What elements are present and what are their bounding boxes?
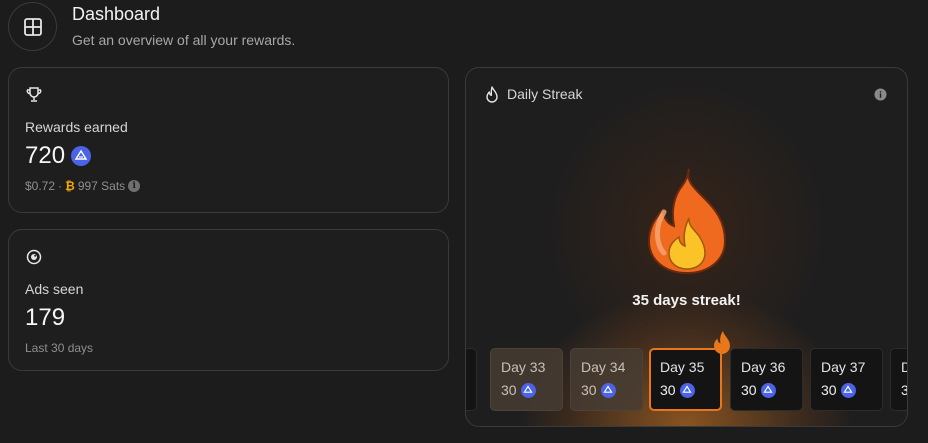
rewards-earned-card: Rewards earned 720 $0.72 · ₿ 997 Sats i: [8, 67, 449, 213]
day-points: 30: [741, 382, 757, 398]
info-icon[interactable]: i: [128, 180, 141, 192]
day-label: Day 36: [741, 359, 786, 375]
streak-day-32: [466, 348, 477, 411]
daily-streak-card: Daily Streak 35 days streak! Day 33 30 D…: [465, 67, 908, 427]
rewards-earned-value-row: 720: [25, 142, 92, 170]
dashboard-grid-icon: [8, 2, 57, 51]
day-points: 30: [821, 382, 837, 398]
day-points: 30: [660, 382, 676, 398]
day-label: Day 35: [660, 359, 705, 375]
day-label: Day 34: [581, 359, 626, 375]
separator-dot: ·: [58, 179, 63, 193]
bitcoin-icon: ₿: [65, 179, 75, 193]
bat-token-icon: [840, 382, 856, 398]
rewards-earned-value: 720: [25, 142, 66, 169]
bat-token-icon: [760, 382, 776, 398]
day-points: 30: [501, 382, 517, 398]
day-points-row: 3: [901, 382, 907, 398]
ads-seen-label: Ads seen: [25, 281, 84, 297]
eye-icon: [25, 248, 43, 266]
bat-token-icon: [520, 382, 536, 398]
streak-flame-icon: [644, 166, 730, 276]
day-points-row: 30: [741, 382, 802, 398]
day-points-row: 30: [581, 382, 642, 398]
flame-icon: [484, 86, 500, 104]
ads-seen-period: Last 30 days: [25, 341, 94, 355]
streak-day-38: D 3: [890, 348, 907, 411]
ads-seen-card: Ads seen 179 Last 30 days: [8, 229, 449, 371]
day-label: Day 37: [821, 359, 866, 375]
streak-day-35-current: Day 35 30: [649, 348, 722, 411]
day-points-row: 30: [821, 382, 882, 398]
day-label: D: [901, 359, 907, 375]
info-icon[interactable]: [874, 88, 887, 101]
page-title: Dashboard: [72, 4, 161, 24]
day-points: 30: [581, 382, 597, 398]
current-day-flame-icon: [713, 330, 731, 356]
page-subtitle: Get an overview of all your rewards.: [72, 32, 296, 48]
streak-day-33: Day 33 30: [490, 348, 563, 411]
rewards-earned-subtext: $0.72 · ₿ 997 Sats i: [25, 179, 141, 193]
daily-streak-title: Daily Streak: [507, 86, 583, 102]
streak-day-36: Day 36 30: [730, 348, 803, 411]
day-points-row: 30: [501, 382, 562, 398]
bat-token-icon: [679, 382, 695, 398]
usd-value: $0.72: [25, 179, 56, 193]
day-points-row: 30: [660, 382, 720, 398]
trophy-icon: [25, 86, 43, 104]
day-points: 3: [901, 382, 907, 398]
ads-seen-value: 179: [25, 304, 66, 331]
bat-token-icon: [71, 146, 92, 166]
rewards-earned-label: Rewards earned: [25, 119, 128, 135]
day-label: Day 33: [501, 359, 546, 375]
streak-day-37: Day 37 30: [810, 348, 883, 411]
streak-message: 35 days streak!: [632, 292, 741, 309]
streak-day-34: Day 34 30: [570, 348, 643, 411]
bat-token-icon: [600, 382, 616, 398]
sats-value: 997 Sats: [77, 179, 126, 193]
